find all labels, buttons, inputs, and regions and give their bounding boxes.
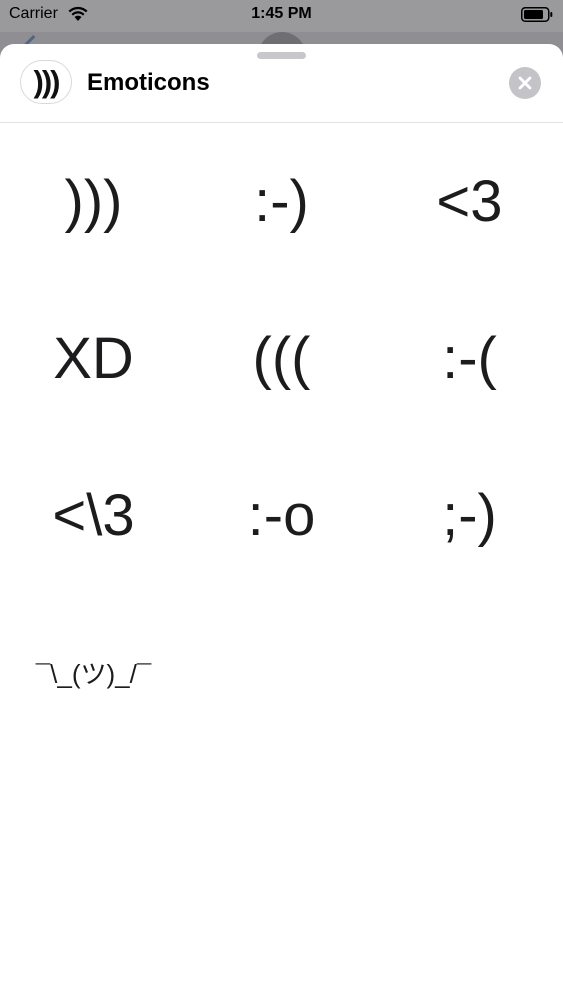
emoticon-item[interactable]: <\3 xyxy=(0,437,187,593)
emoticon-item[interactable]: :-( xyxy=(376,280,563,436)
close-icon xyxy=(518,76,532,90)
emoticon-item[interactable]: :-) xyxy=(188,123,375,279)
emoticon-item[interactable]: ;-) xyxy=(376,437,563,593)
app-icon: ))) xyxy=(20,60,72,104)
sheet-title: Emoticons xyxy=(87,69,210,96)
emoticon-item[interactable]: <3 xyxy=(376,123,563,279)
status-bar: Carrier 1:45 PM xyxy=(0,0,563,32)
emoticon-item[interactable]: ¯\_(ツ)_/¯ xyxy=(0,594,187,750)
clock: 1:45 PM xyxy=(251,5,312,22)
emoticons-sheet: ))) Emoticons ))) :-) <3 XD ((( :-( <\3 … xyxy=(0,44,563,1000)
emoticon-item[interactable]: XD xyxy=(0,280,187,436)
battery-icon xyxy=(521,7,553,22)
sheet-header: ))) Emoticons xyxy=(0,44,563,123)
emoticon-item[interactable]: ))) xyxy=(0,123,187,279)
emoticon-item[interactable]: ((( xyxy=(188,280,375,436)
emoticon-item[interactable]: :-o xyxy=(188,437,375,593)
close-button[interactable] xyxy=(509,67,541,99)
